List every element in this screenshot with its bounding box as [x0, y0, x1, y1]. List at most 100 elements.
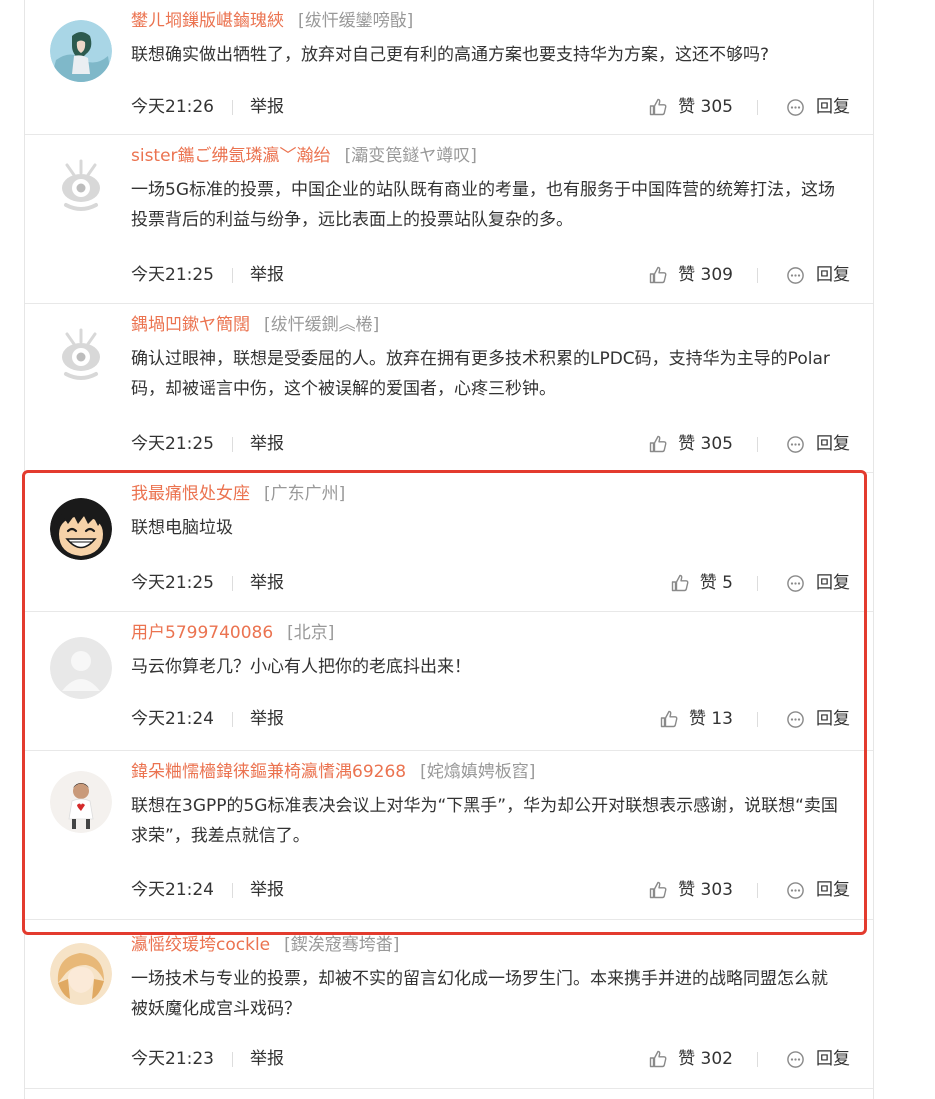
reply-bubble-icon — [786, 1050, 805, 1069]
comment-text: 确认过眼神，联想是受委屈的人。放弃在拥有更多技术积累的LPDC码，支持华为主导的… — [131, 349, 830, 399]
like-button[interactable]: 赞 5 — [670, 571, 733, 595]
report-link[interactable]: 举报 — [250, 263, 284, 287]
username-link[interactable]: 用户5799740086 — [131, 623, 273, 643]
avatar[interactable] — [50, 324, 112, 386]
author-line: sister鑴ご绋氬璘瀛﹀瀚绐 [灞变笢鐩ヤ竴叹] — [131, 143, 477, 169]
report-link[interactable]: 举报 — [250, 432, 284, 456]
like-button[interactable]: 赞 305 — [648, 432, 733, 456]
reply-bubble-icon — [786, 266, 805, 285]
cartoon-boy-avatar-icon — [50, 498, 112, 560]
comment-meta: 今天21:25 举报 赞 305 回复 — [25, 432, 873, 456]
username-link[interactable]: sister鑴ご绋氬璘瀛﹀瀚绐 — [131, 146, 331, 166]
comment-feed: 鐢ㄦ埛鏁版嵁鏀瑰綊 [绂忓缓鑾嗙敯] 联想确实做出牺牲了，放弃对自己更有利的高通方… — [24, 0, 874, 1099]
anime-avatar-icon — [50, 20, 112, 82]
comment-time: 今天21:25 — [131, 434, 214, 454]
report-link[interactable]: 举报 — [250, 707, 284, 731]
comment-meta: 今天21:23 举报 赞 302 回复 — [25, 1047, 873, 1071]
reply-label: 回复 — [816, 880, 850, 900]
thumbs-up-icon — [659, 709, 679, 729]
comment-item: 用户5799740086 [北京] 马云你算老几？小心有人把你的老底抖出来！ 今天… — [25, 612, 873, 751]
divider — [232, 437, 233, 452]
comment-item: sister鑴ご绋氬璘瀛﹀瀚绐 [灞变笢鐩ヤ竴叹] 一场5G标准的投票，中国企业的… — [25, 135, 873, 304]
avatar[interactable] — [50, 155, 112, 217]
reply-button[interactable]: 回复 — [786, 95, 850, 119]
reply-bubble-icon — [786, 435, 805, 454]
comment-meta: 今天21:24 举报 赞 13 回复 — [25, 707, 873, 731]
username-link[interactable]: 鐢ㄦ埛鏁版嵁鏀瑰綊 — [131, 11, 284, 31]
author-line: 鐢ㄦ埛鏁版嵁鏀瑰綊 [绂忓缓鑾嗙敯] — [131, 8, 413, 34]
thumbs-up-icon — [648, 434, 668, 454]
user-location: [北京] — [287, 623, 335, 643]
thumbs-up-icon — [670, 573, 690, 593]
reply-button[interactable]: 回复 — [786, 571, 850, 595]
report-link[interactable]: 举报 — [250, 878, 284, 902]
reply-button[interactable]: 回复 — [786, 432, 850, 456]
thumbs-up-icon — [648, 97, 668, 117]
like-button[interactable]: 赞 303 — [648, 878, 733, 902]
thumbs-up-icon — [648, 265, 668, 285]
comment-meta: 今天21:25 举报 赞 309 回复 — [25, 263, 873, 287]
reply-label: 回复 — [816, 709, 850, 729]
divider — [757, 1052, 758, 1067]
comment-item: 我最痛恨处女座 [广东广州] 联想电脑垃圾 今天21:25 举报 赞 5 回复 — [25, 473, 873, 612]
like-button[interactable]: 赞 309 — [648, 263, 733, 287]
comment-time: 今天21:24 — [131, 880, 214, 900]
default-weibo-avatar-icon — [50, 155, 112, 217]
blank-avatar-icon — [50, 637, 112, 699]
divider — [757, 437, 758, 452]
like-count: 赞 305 — [678, 434, 733, 454]
username-link[interactable]: 鍏朵粬懦檣鍏徕鏂兼椅瀛愭湡69268 — [131, 762, 406, 782]
report-link[interactable]: 举报 — [250, 571, 284, 595]
comment-meta: 今天21:26 举报 赞 305 回复 — [25, 95, 873, 119]
comment-meta: 今天21:24 举报 赞 303 回复 — [25, 878, 873, 902]
like-count: 赞 303 — [678, 880, 733, 900]
username-link[interactable]: 瀛愮绞瑗垮cockle — [131, 935, 270, 955]
like-count: 赞 5 — [699, 573, 733, 593]
comment-text: 联想在3GPP的5G标准表决会议上对华为“下黑手”，华为却公开对联想表示感谢，说… — [131, 796, 838, 846]
photo-avatar-icon — [50, 771, 112, 833]
avatar[interactable] — [50, 637, 112, 699]
comment-time: 今天21:25 — [131, 573, 214, 593]
username-link[interactable]: 我最痛恨处女座 — [131, 484, 250, 504]
user-location: [鍥涘窛骞垮畨] — [284, 935, 400, 955]
reply-label: 回复 — [816, 434, 850, 454]
divider — [232, 268, 233, 283]
report-link[interactable]: 举报 — [250, 95, 284, 119]
reply-button[interactable]: 回复 — [786, 707, 850, 731]
author-line: 用户5799740086 [北京] — [131, 620, 334, 646]
divider — [757, 268, 758, 283]
comment-item: 鐢ㄦ埛鏁版嵁鏀瑰綊 [绂忓缓鑾嗙敯] 联想确实做出牺牲了，放弃对自己更有利的高通方… — [25, 0, 873, 135]
comment-item: 瀛愮绞瑗垮cockle [鍥涘窛骞垮畨] 一场技术与专业的投票，却被不实的留言幻化… — [25, 920, 873, 1089]
like-count: 赞 305 — [678, 97, 733, 117]
divider — [232, 1052, 233, 1067]
like-button[interactable]: 赞 302 — [648, 1047, 733, 1071]
thumbs-up-icon — [648, 880, 668, 900]
divider — [757, 100, 758, 115]
comment-text: 马云你算老几？小心有人把你的老底抖出来！ — [131, 657, 471, 677]
divider — [232, 576, 233, 591]
avatar[interactable] — [50, 771, 112, 833]
user-location: [绂忓缓鑾嗙敯] — [298, 11, 414, 31]
avatar[interactable] — [50, 943, 112, 1005]
reply-button[interactable]: 回复 — [786, 1047, 850, 1071]
reply-button[interactable]: 回复 — [786, 878, 850, 902]
comment-text: 一场技术与专业的投票，却被不实的留言幻化成一场罗生门。本来携手并进的战略同盟怎么… — [131, 969, 828, 1019]
like-button[interactable]: 赞 305 — [648, 95, 733, 119]
divider — [757, 712, 758, 727]
like-button[interactable]: 赞 13 — [659, 707, 733, 731]
author-line: 我最痛恨处女座 [广东广州] — [131, 481, 345, 507]
anime-girl-avatar-icon — [50, 943, 112, 1005]
thumbs-up-icon — [648, 1049, 668, 1069]
avatar[interactable] — [50, 498, 112, 560]
reply-label: 回复 — [816, 573, 850, 593]
divider — [232, 100, 233, 115]
report-link[interactable]: 举报 — [250, 1047, 284, 1071]
comment-text: 一场5G标准的投票，中国企业的站队既有商业的考量，也有服务于中国阵营的统筹打法，… — [131, 180, 835, 230]
author-line: 鍏朵粬懦檣鍏徕鏂兼椅瀛愭湡69268 [姹熻嫃娉板窞] — [131, 759, 535, 785]
avatar[interactable] — [50, 20, 112, 82]
divider — [757, 883, 758, 898]
reply-label: 回复 — [816, 97, 850, 117]
reply-bubble-icon — [786, 710, 805, 729]
reply-button[interactable]: 回复 — [786, 263, 850, 287]
username-link[interactable]: 鍝堝凹鏉ヤ簡闊 — [131, 315, 250, 335]
